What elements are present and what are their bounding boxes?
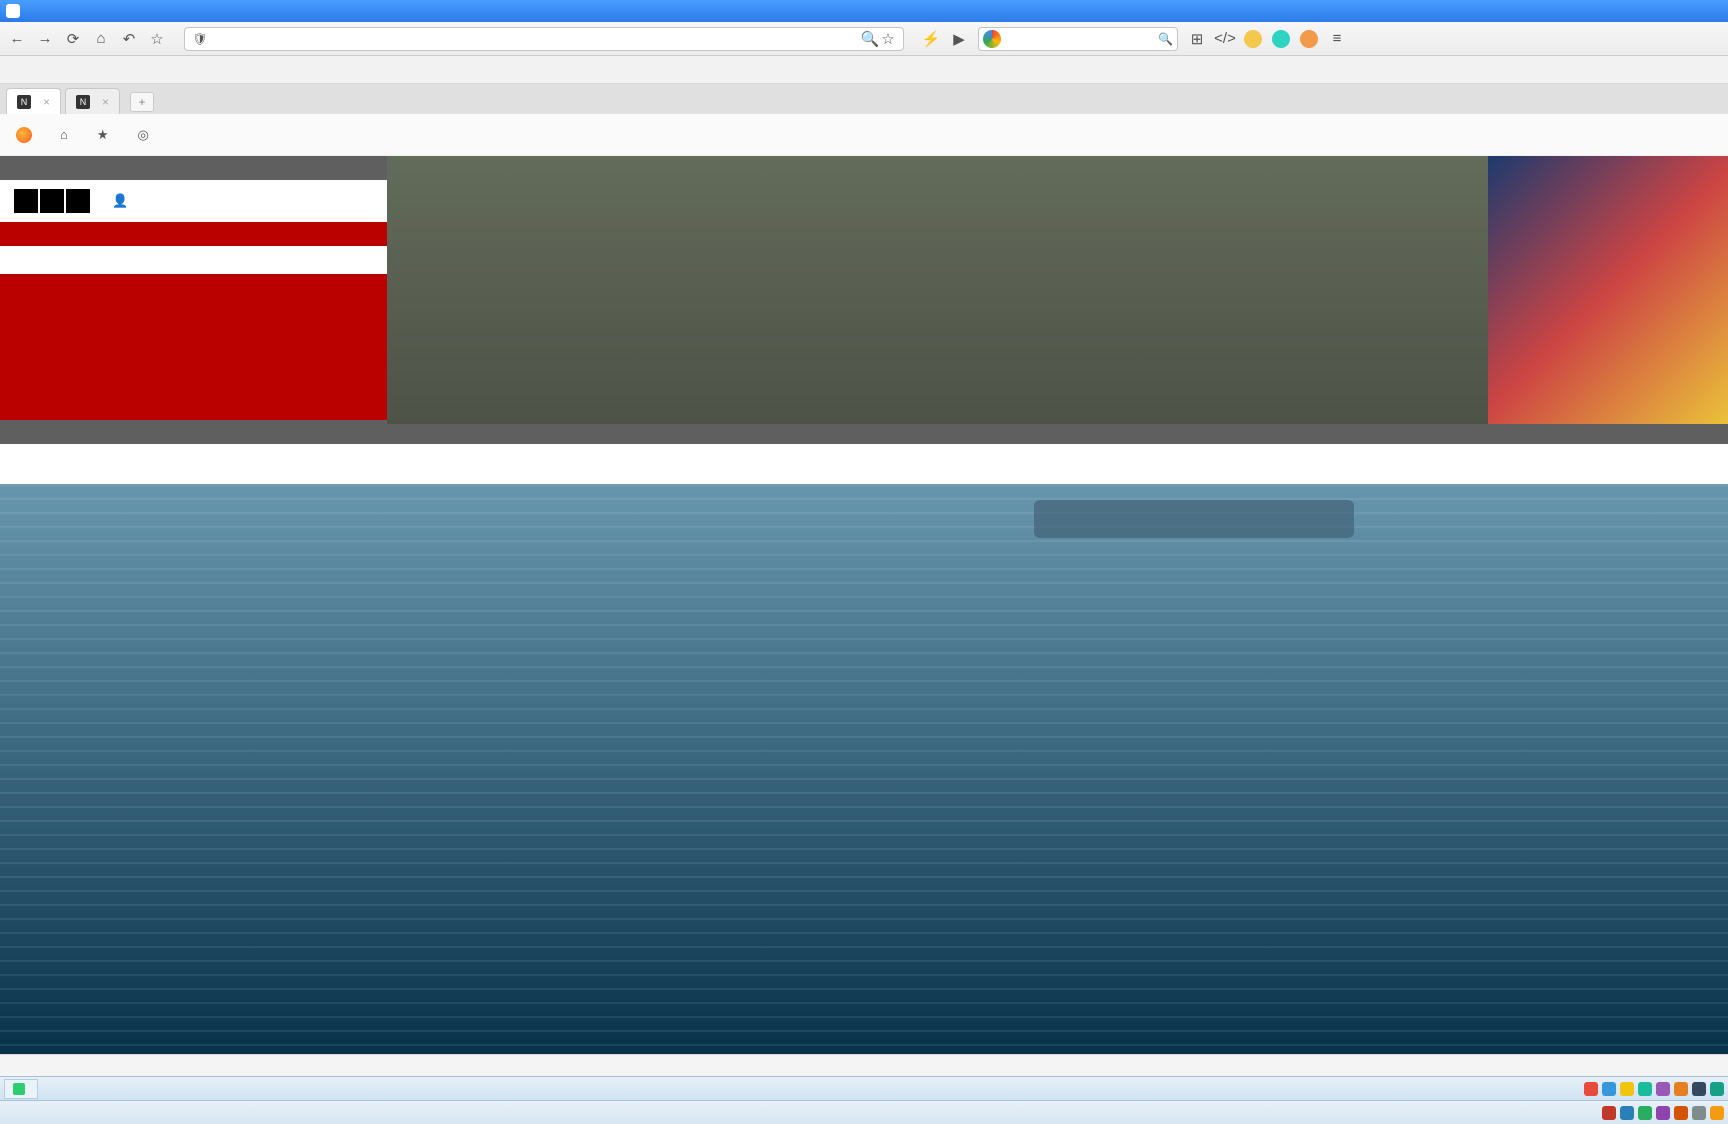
favicon: N (76, 95, 90, 109)
bookmarks-bar (0, 56, 1728, 84)
menu-icon[interactable]: ≡ (1328, 30, 1346, 48)
devtools-icon[interactable]: </> (1216, 30, 1234, 48)
tray-icon[interactable] (1602, 1106, 1616, 1120)
hero-headline (0, 258, 387, 274)
tray-icon[interactable] (1656, 1082, 1670, 1096)
google-icon (983, 30, 1001, 48)
ext1-icon[interactable] (1244, 30, 1262, 48)
hero-captions (260, 422, 1708, 440)
ext-grid-icon[interactable]: ⊞ (1188, 30, 1206, 48)
forward-icon[interactable]: → (36, 30, 54, 48)
nav-hot[interactable]: ◎ (138, 127, 154, 143)
search-go-icon[interactable]: 🔍 (1158, 32, 1173, 46)
play-icon[interactable]: ▶ (950, 30, 968, 48)
tray-icon[interactable] (1620, 1106, 1634, 1120)
ocean-bg (0, 484, 1728, 1054)
news-banner (0, 222, 387, 234)
ext2-icon[interactable] (1272, 30, 1290, 48)
new-tab-button[interactable]: + (130, 92, 154, 112)
address-bar[interactable]: 🛡 🔍 ☆ (184, 27, 904, 51)
hero-carousel: 👤 (0, 156, 1728, 444)
app-icon (6, 4, 20, 18)
tab-strip: N × N × + (0, 84, 1728, 114)
tray-icon[interactable] (1674, 1106, 1688, 1120)
tray-icon[interactable] (1602, 1082, 1616, 1096)
star-icon: ★ (97, 127, 109, 143)
ext3-icon[interactable] (1300, 30, 1318, 48)
site-nav: ⌂ ★ ◎ (0, 114, 1728, 156)
history-sidebar (1034, 500, 1354, 538)
taskbar-row2 (0, 1100, 1728, 1124)
back-icon[interactable]: ← (8, 30, 26, 48)
tray-icon[interactable] (1710, 1082, 1724, 1096)
tab-active[interactable]: N × (6, 88, 61, 114)
tray-icon[interactable] (1674, 1082, 1688, 1096)
os-titlebar (0, 0, 1728, 22)
site-logo[interactable] (16, 127, 36, 143)
browser-search[interactable]: 🔍 (978, 27, 1178, 51)
flash-icon[interactable]: ⚡ (922, 30, 940, 48)
star-icon[interactable]: ☆ (148, 30, 166, 48)
hero-main-image[interactable] (387, 156, 1488, 424)
search-input[interactable] (1001, 32, 1158, 46)
system-tray (1584, 1082, 1724, 1096)
search-in-page-icon[interactable]: 🔍 (861, 30, 879, 48)
home-icon[interactable]: ⌂ (92, 30, 110, 48)
hero-right-image[interactable] (1488, 156, 1728, 424)
target-icon: ◎ (138, 127, 149, 143)
favicon: N (17, 95, 31, 109)
bbc-logo (14, 189, 90, 213)
tray-icon[interactable] (1656, 1106, 1670, 1120)
close-icon[interactable]: × (102, 95, 109, 109)
tray-icon[interactable] (1620, 1082, 1634, 1096)
bookmark-icon[interactable]: ☆ (879, 30, 897, 48)
tray-icon[interactable] (1638, 1106, 1652, 1120)
close-icon[interactable]: × (43, 95, 50, 109)
category-tabs (0, 444, 1728, 484)
tab-inactive[interactable]: N × (65, 88, 120, 114)
content-area (0, 484, 1728, 1054)
nav-recommend[interactable]: ★ (97, 127, 114, 143)
bbc-subnav2 (0, 246, 387, 258)
tray-icon[interactable] (1692, 1082, 1706, 1096)
shield-icon: 🛡 (191, 30, 209, 48)
home-icon: ⌂ (60, 127, 68, 142)
start-button[interactable] (4, 1079, 38, 1099)
hero-thumb-bbc[interactable]: 👤 (0, 180, 387, 420)
news-feed (264, 500, 1020, 538)
tray-icon[interactable] (1584, 1082, 1598, 1096)
bbc-subnav1 (0, 234, 387, 246)
tray-icon[interactable] (1692, 1106, 1706, 1120)
tray-icon[interactable] (1638, 1082, 1652, 1096)
undo-icon[interactable]: ↶ (120, 30, 138, 48)
tray-icon[interactable] (1710, 1106, 1724, 1120)
reload-icon[interactable]: ⟳ (64, 30, 82, 48)
browser-toolbar: ← → ⟳ ⌂ ↶ ☆ 🛡 🔍 ☆ ⚡ ▶ 🔍 ⊞ </> ≡ (0, 22, 1728, 56)
flame-icon (16, 127, 32, 143)
nav-home[interactable]: ⌂ (60, 127, 73, 142)
browser-status-bar (0, 1054, 1728, 1076)
